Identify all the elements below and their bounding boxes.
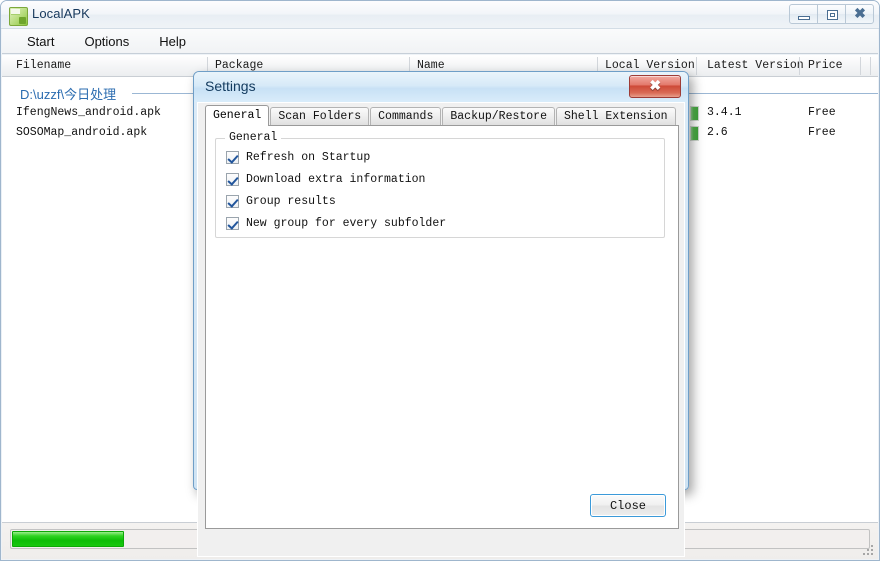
tab-backup-restore[interactable]: Backup/Restore — [442, 107, 555, 126]
dialog-title: Settings — [205, 78, 256, 94]
cell-price: Free — [808, 126, 836, 139]
menu-bar: Start Options Help — [2, 29, 878, 54]
version-status-bar — [690, 106, 699, 121]
tab-panel-general: General Refresh on Startup Download extr… — [205, 125, 679, 529]
cell-filename: SOSOMap_android.apk — [16, 126, 148, 139]
title-bar: LocalAPK ✖ — [1, 1, 879, 29]
dialog-close-action-button[interactable]: Close — [590, 494, 666, 517]
option-group-results[interactable]: Group results — [226, 192, 336, 210]
column-header-latest-version[interactable]: Latest Version — [707, 59, 804, 72]
close-button[interactable]: ✖ — [845, 4, 874, 24]
progress-bar-fill — [12, 531, 124, 547]
option-label: Refresh on Startup — [246, 150, 371, 164]
settings-dialog: Settings ✖ General Scan Folders Commands… — [193, 71, 689, 557]
dialog-title-bar: Settings ✖ — [194, 72, 688, 102]
dialog-close-button[interactable]: ✖ — [629, 75, 681, 98]
minimize-button[interactable] — [789, 4, 818, 24]
option-download-extra-information[interactable]: Download extra information — [226, 170, 425, 188]
minimize-icon — [798, 16, 810, 20]
cell-latest-version: 3.4.1 — [707, 106, 742, 119]
group-legend: General — [225, 131, 282, 144]
column-divider[interactable] — [799, 57, 800, 75]
apk-package-icon — [9, 7, 28, 26]
maximize-button[interactable] — [817, 4, 846, 24]
cell-filename: IfengNews_android.apk — [16, 106, 161, 119]
column-header-price[interactable]: Price — [808, 59, 843, 72]
cell-price: Free — [808, 106, 836, 119]
checkbox-checked-icon[interactable] — [226, 150, 239, 164]
menu-item-options[interactable]: Options — [73, 31, 140, 52]
main-window: LocalAPK ✖ Start Options Help Filename P… — [0, 0, 880, 561]
tab-commands[interactable]: Commands — [370, 107, 442, 126]
tab-scan-folders[interactable]: Scan Folders — [270, 107, 370, 126]
dialog-body: General Scan Folders Commands Backup/Res… — [197, 102, 685, 557]
tab-shell-extension[interactable]: Shell Extension — [555, 107, 676, 126]
column-divider[interactable] — [696, 57, 697, 75]
maximize-icon — [827, 10, 838, 20]
checkbox-checked-icon[interactable] — [226, 194, 239, 208]
version-status-bar — [690, 126, 699, 141]
column-divider[interactable] — [860, 57, 861, 75]
checkbox-checked-icon[interactable] — [226, 216, 239, 230]
option-new-group-for-every-subfolder[interactable]: New group for every subfolder — [226, 214, 446, 232]
menu-item-help[interactable]: Help — [148, 31, 197, 52]
close-icon: ✖ — [854, 6, 866, 22]
general-options-group: General Refresh on Startup Download extr… — [215, 131, 665, 238]
column-header-filename[interactable]: Filename — [16, 59, 71, 72]
option-refresh-on-startup[interactable]: Refresh on Startup — [226, 148, 370, 166]
dialog-tab-strip: General Scan Folders Commands Backup/Res… — [205, 105, 679, 126]
menu-item-start[interactable]: Start — [16, 31, 65, 52]
cell-latest-version: 2.6 — [707, 126, 728, 139]
resize-grip[interactable] — [862, 544, 875, 557]
tab-general[interactable]: General — [205, 105, 270, 126]
option-label: New group for every subfolder — [246, 216, 447, 230]
option-label: Download extra information — [246, 172, 426, 186]
column-divider[interactable] — [870, 57, 871, 75]
window-controls: ✖ — [789, 4, 874, 24]
option-label: Group results — [246, 194, 336, 208]
checkbox-checked-icon[interactable] — [226, 172, 239, 186]
group-path-label: D:\uzzf\今日处理 — [20, 87, 117, 102]
window-title: LocalAPK — [32, 6, 90, 21]
